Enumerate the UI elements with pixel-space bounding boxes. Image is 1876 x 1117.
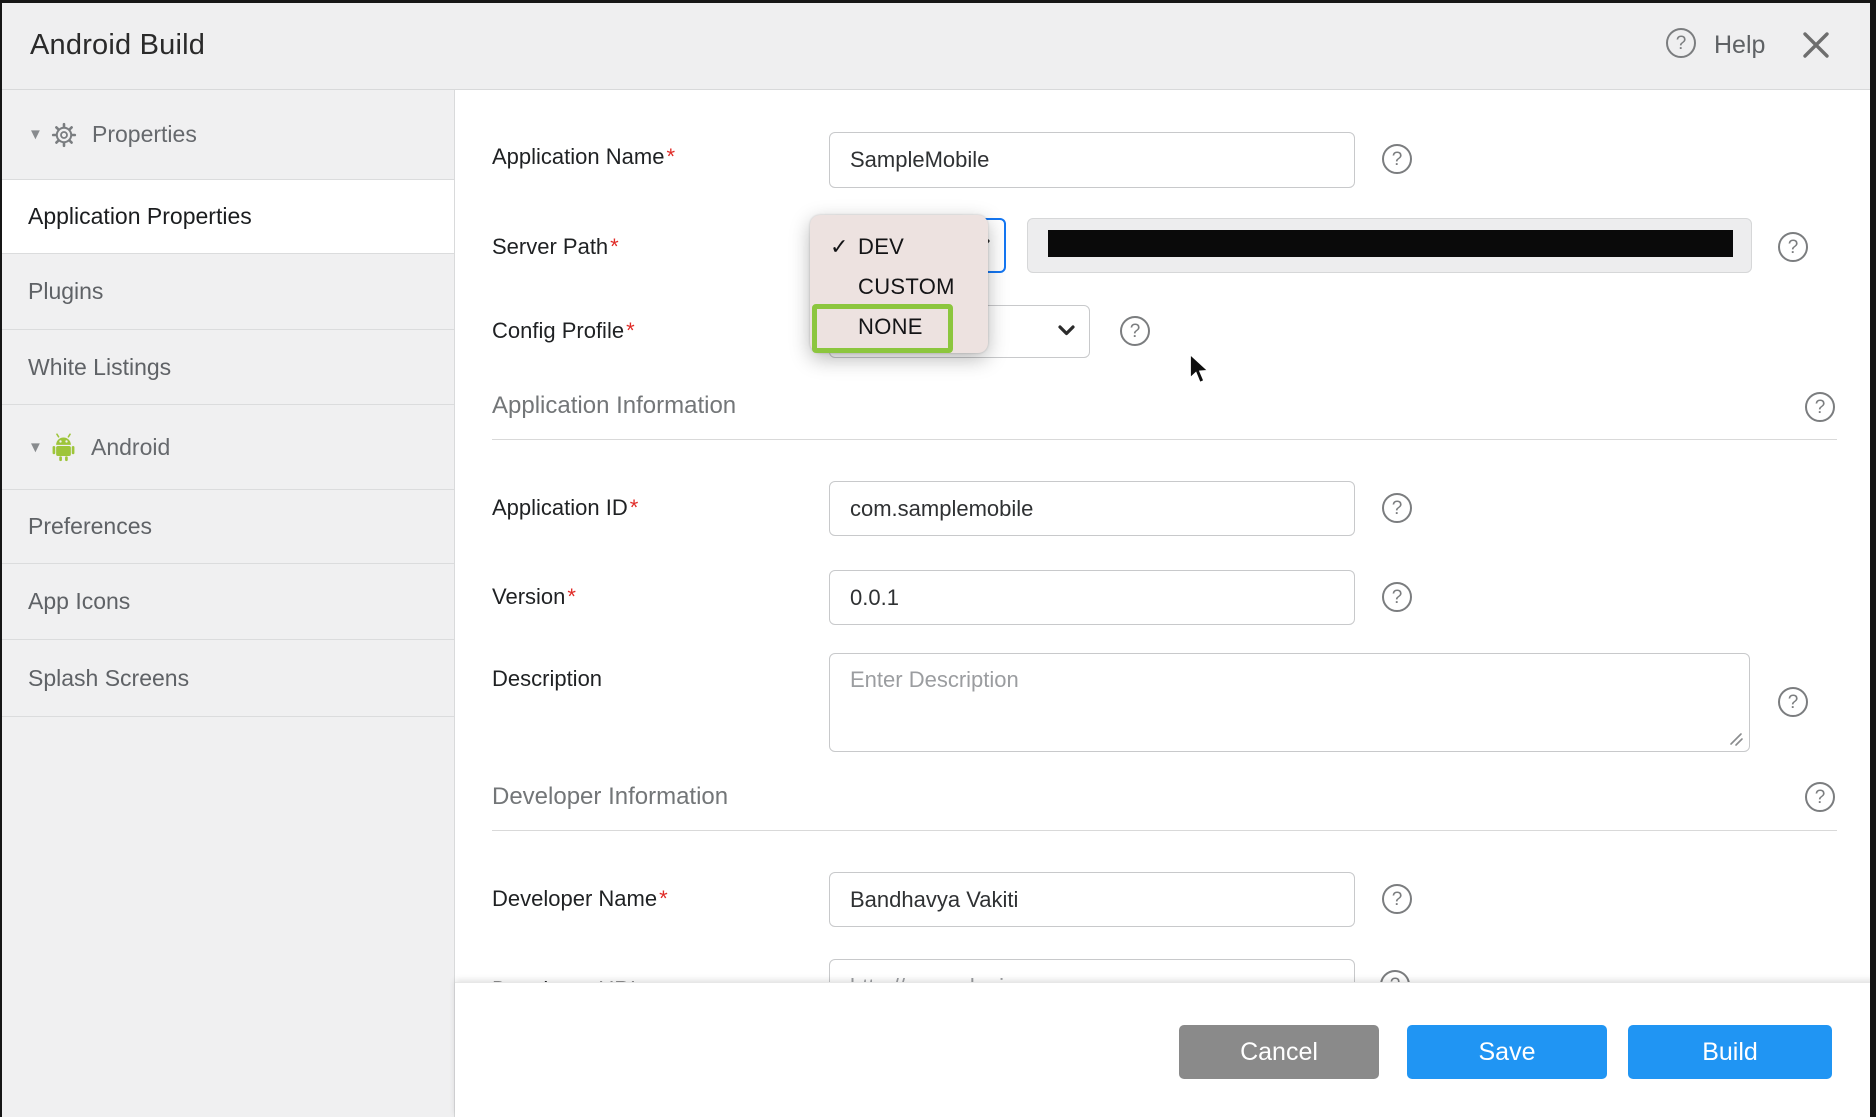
- developer-name-help-button[interactable]: ?: [1382, 884, 1412, 914]
- required-asterisk: *: [567, 584, 576, 609]
- developer-url-input[interactable]: [829, 959, 1355, 982]
- version-label: Version*: [492, 583, 576, 611]
- version-help-button[interactable]: ?: [1382, 582, 1412, 612]
- sidebar-item-white-listings[interactable]: White Listings: [0, 330, 454, 405]
- server-path-input[interactable]: [1027, 218, 1752, 273]
- sidebar-group-label: Properties: [92, 121, 197, 148]
- sidebar-filler: [0, 717, 454, 1117]
- redaction-bar: [1048, 230, 1733, 257]
- menu-option-custom[interactable]: CUSTOM: [810, 267, 988, 307]
- section-divider: [492, 439, 1837, 440]
- question-circle-icon: ?: [1805, 782, 1835, 812]
- application-name-input[interactable]: [829, 132, 1355, 188]
- application-id-label: Application ID*: [492, 494, 638, 522]
- none-option-highlight-box: [812, 304, 953, 353]
- form-scroll-area[interactable]: Application Name* ? Server Path* ? Confi…: [455, 90, 1870, 982]
- sidebar-item-app-icons[interactable]: App Icons: [0, 564, 454, 640]
- save-button[interactable]: Save: [1407, 1025, 1607, 1079]
- question-circle-icon: ?: [1382, 582, 1412, 612]
- question-circle-icon: ?: [1380, 970, 1410, 982]
- application-information-section-title: Application Information: [492, 392, 736, 420]
- application-id-input[interactable]: [829, 481, 1355, 536]
- section-divider: [492, 830, 1837, 831]
- required-asterisk: *: [659, 886, 668, 911]
- application-id-help-button[interactable]: ?: [1382, 493, 1412, 523]
- sidebar-item-splash-screens[interactable]: Splash Screens: [0, 640, 454, 717]
- required-asterisk: *: [630, 495, 639, 520]
- description-help-button[interactable]: ?: [1778, 687, 1808, 717]
- question-circle-icon: ?: [1666, 28, 1696, 58]
- sidebar-item-application-properties[interactable]: Application Properties: [0, 180, 454, 254]
- config-profile-label: Config Profile*: [492, 317, 635, 345]
- config-profile-help-button[interactable]: ?: [1120, 316, 1150, 346]
- sidebar-group-label: Android: [91, 434, 170, 461]
- required-asterisk: *: [610, 234, 619, 259]
- close-icon: [1801, 30, 1831, 60]
- screen-edge: [1870, 0, 1876, 1117]
- menu-option-dev[interactable]: ✓ DEV: [810, 227, 988, 267]
- header-help-button[interactable]: ?: [1666, 28, 1696, 58]
- cancel-button[interactable]: Cancel: [1179, 1025, 1379, 1079]
- sidebar-group-android[interactable]: ▼ Android: [0, 405, 454, 490]
- developer-name-label: Developer Name*: [492, 885, 668, 913]
- question-circle-icon: ?: [1382, 493, 1412, 523]
- question-circle-icon: ?: [1382, 884, 1412, 914]
- server-path-help-button[interactable]: ?: [1778, 232, 1808, 262]
- description-label: Description: [492, 665, 602, 693]
- textarea-resize-handle[interactable]: [1725, 728, 1745, 748]
- sidebar: ▼ Properties Application Properties Plug…: [0, 90, 455, 1117]
- application-name-help-button[interactable]: ?: [1382, 144, 1412, 174]
- question-circle-icon: ?: [1778, 687, 1808, 717]
- header-help-label[interactable]: Help: [1714, 28, 1765, 62]
- server-path-label: Server Path*: [492, 233, 619, 261]
- developer-information-section-title: Developer Information: [492, 783, 728, 811]
- required-asterisk: *: [666, 144, 675, 169]
- screen-edge: [0, 0, 2, 1117]
- version-input[interactable]: [829, 570, 1355, 625]
- chevron-expanded-icon: ▼: [28, 439, 50, 456]
- sidebar-item-preferences[interactable]: Preferences: [0, 490, 454, 564]
- question-circle-icon: ?: [1120, 316, 1150, 346]
- developer-url-help-button[interactable]: ?: [1380, 970, 1410, 982]
- developer-information-help-button[interactable]: ?: [1805, 782, 1835, 812]
- checkmark-icon: ✓: [830, 234, 848, 260]
- application-name-label: Application Name*: [492, 143, 675, 171]
- close-button[interactable]: [1801, 30, 1831, 60]
- question-circle-icon: ?: [1778, 232, 1808, 262]
- dialog-footer: Cancel Save Build: [455, 982, 1876, 1117]
- chevron-down-icon: [1058, 323, 1075, 341]
- build-button[interactable]: Build: [1628, 1025, 1832, 1079]
- android-icon: [50, 433, 77, 462]
- gear-icon: [50, 121, 78, 149]
- android-build-dialog: Android Build ? Help ▼: [0, 0, 1876, 1117]
- developer-name-input[interactable]: [829, 872, 1355, 927]
- application-information-help-button[interactable]: ?: [1805, 392, 1835, 422]
- sidebar-group-properties[interactable]: ▼ Properties: [0, 90, 454, 180]
- description-textarea[interactable]: [829, 653, 1750, 752]
- required-asterisk: *: [626, 318, 635, 343]
- dialog-title: Android Build: [30, 0, 205, 90]
- screen-edge: [0, 0, 1876, 3]
- sidebar-item-plugins[interactable]: Plugins: [0, 254, 454, 330]
- question-circle-icon: ?: [1382, 144, 1412, 174]
- chevron-expanded-icon: ▼: [28, 126, 50, 143]
- question-circle-icon: ?: [1805, 392, 1835, 422]
- dialog-header: Android Build ? Help: [0, 0, 1876, 90]
